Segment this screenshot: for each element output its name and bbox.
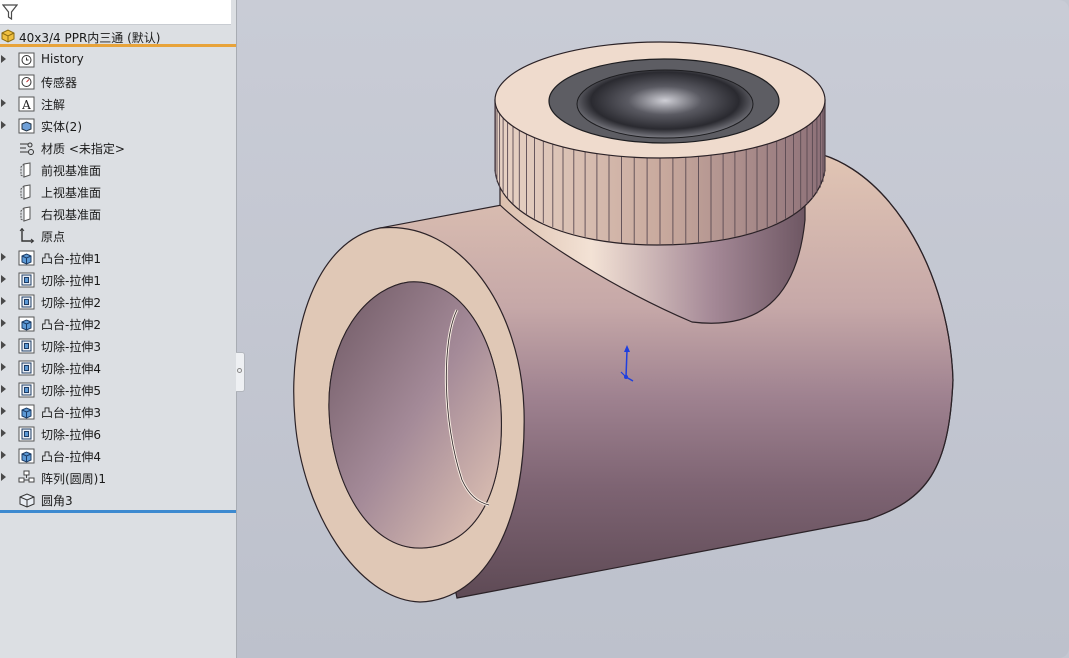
expand-arrow-icon[interactable]: [1, 275, 6, 283]
feature-tree-label: 阵列(圆周)1: [41, 472, 106, 486]
expand-arrow-icon[interactable]: [1, 363, 6, 371]
feature-tree: History 传感器 A 注解实体(2) 材质 <未指定> 前视基准面上视基准面右视基准…: [0, 49, 236, 511]
expand-arrow-icon[interactable]: [1, 55, 6, 63]
feature-tree-label: 凸台-拉伸2: [41, 318, 101, 332]
expand-arrow-icon[interactable]: [1, 385, 6, 393]
feature-tree-item[interactable]: 阵列(圆周)1: [0, 467, 236, 489]
feature-tree-item[interactable]: 传感器: [0, 71, 236, 93]
feature-tree-label: 前视基准面: [41, 164, 102, 178]
cut-extrude-icon: [18, 338, 35, 354]
threaded-hole: [576, 69, 754, 139]
feature-tree-label: 切除-拉伸5: [41, 384, 101, 398]
filter-bar[interactable]: [0, 0, 231, 25]
feature-tree-label: 凸台-拉伸4: [41, 450, 101, 464]
feature-tree-label: 切除-拉伸4: [41, 362, 101, 376]
feature-tree-label: 切除-拉伸3: [41, 340, 101, 354]
feature-tree-item[interactable]: 原点: [0, 225, 236, 247]
part-name: 40x3/4 PPR内三通 (默认): [19, 31, 161, 45]
plane-icon: [20, 184, 31, 200]
feature-tree-item[interactable]: History: [0, 49, 236, 71]
boss-extrude-icon: [18, 250, 35, 266]
feature-tree-label: 凸台-拉伸3: [41, 406, 101, 420]
feature-tree-item[interactable]: 切除-拉伸3: [0, 335, 236, 357]
feature-tree-label: 注解: [41, 98, 66, 112]
model-view[interactable]: [237, 0, 1069, 658]
sensor-icon: [18, 74, 35, 90]
part-icon: [1, 29, 15, 43]
cut-extrude-icon: [18, 294, 35, 310]
feature-tree-item[interactable]: 圆角3: [0, 489, 236, 511]
feature-tree-item[interactable]: 上视基准面: [0, 181, 236, 203]
expand-arrow-icon[interactable]: [1, 341, 6, 349]
part-root-node[interactable]: 40x3/4 PPR内三通 (默认): [0, 27, 236, 47]
application-window: 40x3/4 PPR内三通 (默认) History 传感器 A 注解实体(2) 材质 …: [0, 0, 1069, 658]
feature-tree-label: 切除-拉伸1: [41, 274, 101, 288]
expand-arrow-icon[interactable]: [1, 451, 6, 459]
feature-tree-item[interactable]: 凸台-拉伸2: [0, 313, 236, 335]
feature-tree-item[interactable]: 右视基准面: [0, 203, 236, 225]
feature-tree-item[interactable]: 凸台-拉伸3: [0, 401, 236, 423]
plane-icon: [20, 162, 31, 178]
expand-arrow-icon[interactable]: [1, 429, 6, 437]
boss-extrude-icon: [18, 316, 35, 332]
feature-tree-item[interactable]: 切除-拉伸1: [0, 269, 236, 291]
feature-tree-item[interactable]: 切除-拉伸5: [0, 379, 236, 401]
expand-arrow-icon[interactable]: [1, 407, 6, 415]
feature-tree-label: 传感器: [41, 76, 78, 90]
feature-tree-item[interactable]: 切除-拉伸6: [0, 423, 236, 445]
feature-tree-item[interactable]: 前视基准面: [0, 159, 236, 181]
expand-arrow-icon[interactable]: [1, 473, 6, 481]
expand-arrow-icon[interactable]: [1, 121, 6, 129]
solid-bodies-icon: [18, 118, 35, 134]
material-icon: [20, 142, 34, 155]
feature-tree-label: 上视基准面: [41, 186, 102, 200]
feature-tree-label: 实体(2): [41, 120, 82, 134]
circular-pattern-icon: [18, 470, 35, 483]
cut-extrude-icon: [18, 382, 35, 398]
boss-extrude-icon: [18, 404, 35, 420]
plane-icon: [20, 206, 31, 222]
feature-tree-item[interactable]: 凸台-拉伸4: [0, 445, 236, 467]
feature-tree-item[interactable]: 切除-拉伸4: [0, 357, 236, 379]
feature-manager-panel: 40x3/4 PPR内三通 (默认) History 传感器 A 注解实体(2) 材质 …: [0, 0, 237, 658]
graphics-viewport[interactable]: [237, 0, 1069, 658]
feature-tree-item[interactable]: 切除-拉伸2: [0, 291, 236, 313]
feature-tree-label: 原点: [41, 230, 66, 244]
filter-icon[interactable]: [2, 4, 18, 20]
feature-tree-label: 切除-拉伸2: [41, 296, 101, 310]
feature-tree-label: History: [41, 52, 84, 66]
rollback-bar[interactable]: [0, 510, 236, 513]
annotation-icon: A: [18, 96, 35, 112]
feature-tree-item[interactable]: 凸台-拉伸1: [0, 247, 236, 269]
feature-tree-label: 切除-拉伸6: [41, 428, 101, 442]
expand-arrow-icon[interactable]: [1, 297, 6, 305]
feature-tree-label: 材质 <未指定>: [41, 142, 125, 156]
feature-tree-label: 圆角3: [41, 494, 73, 508]
cut-extrude-icon: [18, 272, 35, 288]
history-icon: [18, 52, 35, 68]
origin-icon: [19, 228, 35, 244]
expand-arrow-icon[interactable]: [1, 253, 6, 261]
feature-tree-label: 右视基准面: [41, 208, 102, 222]
feature-tree-item[interactable]: A 注解: [0, 93, 236, 115]
svg-text:A: A: [21, 98, 31, 112]
boss-extrude-icon: [18, 448, 35, 464]
feature-tree-item[interactable]: 实体(2): [0, 115, 236, 137]
expand-arrow-icon[interactable]: [1, 99, 6, 107]
feature-tree-label: 凸台-拉伸1: [41, 252, 101, 266]
fillet-icon: [19, 493, 35, 508]
feature-tree-item[interactable]: 材质 <未指定>: [0, 137, 236, 159]
expand-arrow-icon[interactable]: [1, 319, 6, 327]
cut-extrude-icon: [18, 360, 35, 376]
cut-extrude-icon: [18, 426, 35, 442]
